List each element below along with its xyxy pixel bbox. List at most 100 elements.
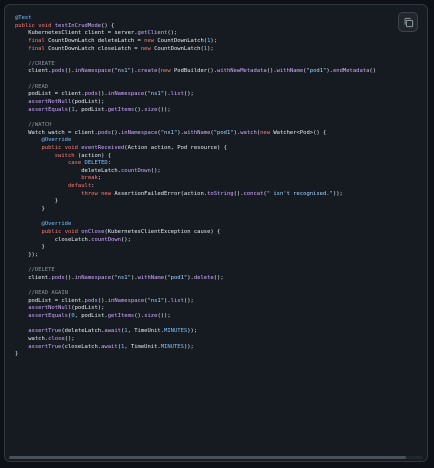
code-line: switch (action) {	[15, 153, 423, 161]
code-line: ​	[15, 76, 423, 84]
code-token: list	[170, 297, 184, 304]
code-token: toString	[207, 190, 234, 197]
code-line: @Test	[15, 15, 423, 23]
code-token: ().	[266, 68, 277, 75]
code-token: ).	[130, 68, 138, 75]
code-token: ());	[157, 106, 171, 113]
code-token: "ns1"	[147, 91, 165, 98]
code-line: public void eventReceived(Action action,…	[15, 145, 423, 153]
code-line: ​	[15, 321, 423, 329]
code-line: ​	[15, 260, 423, 268]
code-token: (closeLatch.	[61, 343, 102, 350]
code-token: ().	[134, 106, 145, 113]
horizontal-scrollbar[interactable]	[9, 456, 423, 459]
code-token: //WATCH	[15, 121, 52, 128]
code-token: final	[28, 37, 45, 44]
code-token: Watch watch = client.	[15, 129, 98, 136]
code-line: @Override	[15, 221, 423, 229]
code-token: ());	[157, 312, 171, 319]
code-line: //DELETE	[15, 267, 423, 275]
code-line: }	[15, 198, 423, 206]
code-token: new	[160, 68, 171, 75]
code-token: pods	[97, 129, 112, 136]
code-token: @Override	[15, 137, 72, 144]
code-line: assertNotNull(podList);	[15, 305, 423, 313]
code-token: " isn't recognised."	[266, 190, 333, 197]
code-token: countDown	[91, 236, 121, 243]
code-token: ();	[183, 91, 194, 98]
code-token: Watcher<Pod>() {	[270, 129, 327, 136]
code-token: //READ	[15, 83, 49, 90]
code-line: ​	[15, 53, 423, 61]
code-token: //READ AGAIN	[15, 290, 68, 297]
code-token: "pod1"	[167, 274, 188, 281]
code-token: assertNotNull	[28, 99, 72, 106]
code-token: create	[137, 68, 158, 75]
code-line: throw new AssertionFailedError(action.to…	[15, 191, 423, 199]
code-token: inNamespace	[74, 274, 112, 281]
code-token: withNewMetadata	[217, 68, 267, 75]
code-token: inNamespace	[120, 129, 158, 136]
code-token: concat	[243, 190, 264, 197]
code-token: new	[140, 45, 151, 52]
code-token: }	[15, 351, 19, 358]
scrollbar-thumb[interactable]	[9, 456, 407, 459]
code-line: });	[15, 252, 423, 260]
code-token: () {	[101, 22, 115, 29]
code-token: @Test	[15, 15, 32, 21]
code-token: MINUTES	[160, 343, 184, 350]
code-token: watch	[240, 129, 257, 136]
code-token: break	[81, 175, 98, 182]
code-token: CountDownLatch closeLatch =	[44, 45, 141, 52]
code-line: //READ AGAIN	[15, 290, 423, 298]
code-token: , podList.	[74, 106, 108, 113]
code-token: (action) {	[74, 152, 112, 159]
code-token: podList = client.	[15, 297, 85, 304]
code-token: close	[48, 335, 65, 342]
code-token: ();	[150, 167, 161, 174]
code-token: getClient	[137, 30, 168, 37]
code-token: ).	[326, 68, 333, 75]
code-line: default:	[15, 183, 423, 191]
code-token: }	[15, 206, 45, 213]
code-token: (podList);	[71, 99, 105, 106]
code-token: ).	[187, 274, 194, 281]
code-token: switch	[54, 152, 75, 159]
code-token: "ns1"	[160, 129, 178, 136]
code-line: ​	[15, 282, 423, 290]
code-token: list	[170, 91, 184, 98]
code-line: KubernetesClient client = server.getClie…	[15, 30, 423, 38]
code-token: ).	[164, 91, 171, 98]
code-token: public	[41, 144, 62, 151]
code-line: }	[15, 206, 423, 214]
code-token: client.	[15, 274, 52, 281]
code-token: ()	[369, 68, 377, 75]
code-token: MINUTES	[164, 328, 188, 335]
code-token: ));	[187, 328, 198, 335]
code-token: ).	[130, 274, 138, 281]
code-token: assertNotNull	[28, 305, 72, 312]
code-token: void	[38, 22, 52, 29]
code-token: inNamespace	[74, 68, 112, 75]
code-token: ().	[64, 68, 75, 75]
code-token: "ns1"	[147, 297, 165, 304]
code-token: deleteLatch.	[15, 167, 121, 174]
code-token: ).	[177, 129, 184, 136]
code-token: assertEquals	[28, 106, 68, 113]
code-token: :	[107, 160, 112, 167]
code-token: ();	[183, 297, 194, 304]
code-content[interactable]: @Test public void testInCrudMode() { Kube…	[15, 15, 423, 359]
code-token: inNamespace	[107, 297, 145, 304]
code-token: assertTrue	[28, 328, 62, 335]
code-token: "pod1"	[213, 129, 234, 136]
code-line: //READ	[15, 84, 423, 92]
code-token: void	[64, 144, 78, 151]
